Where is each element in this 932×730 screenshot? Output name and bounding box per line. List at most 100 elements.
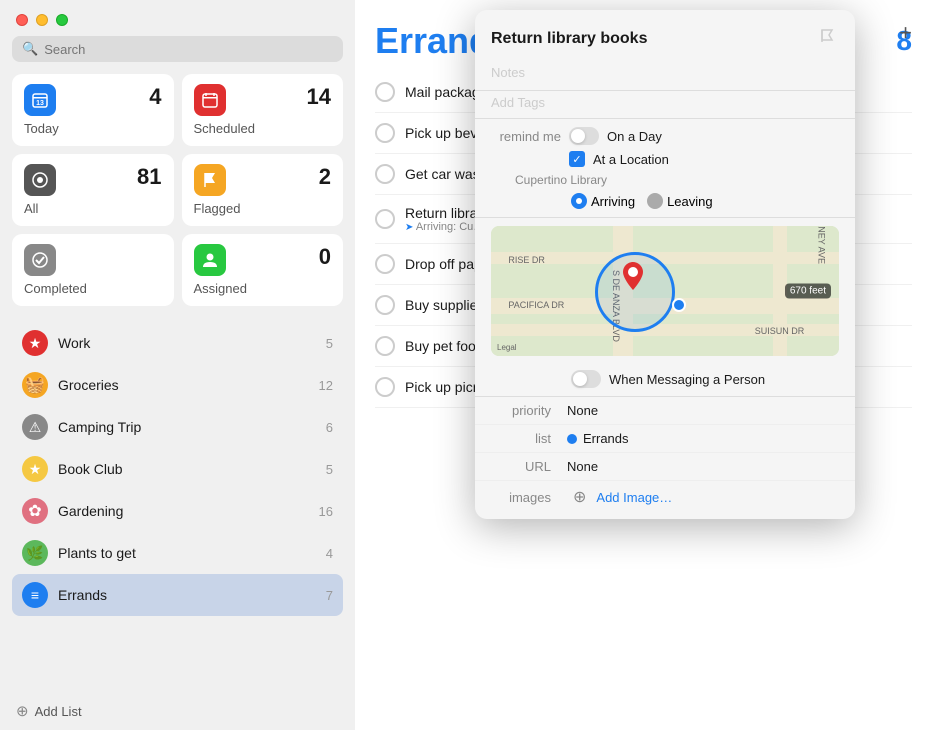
scheduled-icon bbox=[194, 84, 226, 116]
map-legal-label: Legal bbox=[497, 343, 517, 352]
smart-lists: 13 4 Today 14 Scheduled bbox=[0, 74, 355, 318]
completed-label: Completed bbox=[24, 281, 162, 296]
list-row: list Errands bbox=[475, 425, 855, 453]
add-list-label: Add List bbox=[35, 704, 82, 719]
task-circle[interactable] bbox=[375, 209, 395, 229]
smart-list-today[interactable]: 13 4 Today bbox=[12, 74, 174, 146]
today-label: Today bbox=[24, 121, 162, 136]
sidebar: 🔍 13 4 Today bbox=[0, 0, 355, 730]
bookclub-dot: ★ bbox=[22, 456, 48, 482]
assigned-label: Assigned bbox=[194, 281, 332, 296]
groceries-label: Groceries bbox=[58, 377, 309, 393]
flagged-icon bbox=[194, 164, 226, 196]
tags-section: Add Tags bbox=[475, 91, 855, 119]
task-circle[interactable] bbox=[375, 295, 395, 315]
task-circle[interactable] bbox=[375, 82, 395, 102]
task-circle[interactable] bbox=[375, 164, 395, 184]
errands-count: 7 bbox=[326, 588, 333, 603]
list-item-plants[interactable]: 🌿 Plants to get 4 bbox=[12, 532, 343, 574]
notes-section: Notes bbox=[475, 59, 855, 91]
map-label-rise: RISE DR bbox=[508, 255, 545, 265]
all-label: All bbox=[24, 201, 162, 216]
list-item-camping[interactable]: ⚠ Camping Trip 6 bbox=[12, 406, 343, 448]
smart-list-assigned[interactable]: 0 Assigned bbox=[182, 234, 344, 306]
task-circle[interactable] bbox=[375, 254, 395, 274]
map-label-suisun: SUISUN DR bbox=[755, 326, 805, 336]
work-dot: ★ bbox=[22, 330, 48, 356]
flagged-count: 2 bbox=[319, 164, 331, 190]
task-circle[interactable] bbox=[375, 336, 395, 356]
assigned-icon bbox=[194, 244, 226, 276]
leaving-radio[interactable] bbox=[647, 193, 663, 209]
remind-on-day-row: remind me On a Day bbox=[491, 127, 839, 145]
map-container[interactable]: S DE ANZA BLVD PACIFICA DR ANEY AVE RISE… bbox=[491, 226, 839, 356]
images-label: images bbox=[491, 490, 551, 505]
remind-me-label: remind me bbox=[491, 129, 561, 144]
search-icon: 🔍 bbox=[22, 41, 38, 57]
smart-list-scheduled[interactable]: 14 Scheduled bbox=[182, 74, 344, 146]
task-circle[interactable] bbox=[375, 377, 395, 397]
plants-label: Plants to get bbox=[58, 545, 316, 561]
flagged-label: Flagged bbox=[194, 201, 332, 216]
bookclub-label: Book Club bbox=[58, 461, 316, 477]
smart-list-flagged[interactable]: 2 Flagged bbox=[182, 154, 344, 226]
list-item-errands[interactable]: ≡ Errands 7 bbox=[12, 574, 343, 616]
arriving-label: Arriving bbox=[591, 194, 635, 209]
search-bar[interactable]: 🔍 bbox=[12, 36, 343, 62]
list-item-work[interactable]: ★ Work 5 bbox=[12, 322, 343, 364]
list-item-groceries[interactable]: 🧺 Groceries 12 bbox=[12, 364, 343, 406]
location-name: Cupertino Library bbox=[515, 173, 839, 187]
messaging-label: When Messaging a Person bbox=[609, 372, 765, 387]
on-a-day-toggle[interactable] bbox=[569, 127, 599, 145]
bookclub-count: 5 bbox=[326, 462, 333, 477]
detail-panel: Return library books Notes Add Tags remi… bbox=[475, 10, 855, 519]
arriving-radio[interactable] bbox=[571, 193, 587, 209]
completed-icon bbox=[24, 244, 56, 276]
window-controls bbox=[0, 0, 355, 36]
arriving-option[interactable]: Arriving bbox=[571, 193, 635, 209]
gardening-dot: ✿ bbox=[22, 498, 48, 524]
add-list-button[interactable]: ⊕ Add List bbox=[0, 692, 355, 730]
list-item-gardening[interactable]: ✿ Gardening 16 bbox=[12, 490, 343, 532]
smart-list-all[interactable]: 81 All bbox=[12, 154, 174, 226]
groceries-count: 12 bbox=[319, 378, 333, 393]
flag-button[interactable] bbox=[815, 24, 839, 53]
smart-list-completed[interactable]: Completed bbox=[12, 234, 174, 306]
priority-row: priority None bbox=[475, 397, 855, 425]
close-button[interactable] bbox=[16, 14, 28, 26]
groceries-dot: 🧺 bbox=[22, 372, 48, 398]
map-location-dot bbox=[672, 298, 686, 312]
notes-placeholder[interactable]: Notes bbox=[491, 63, 839, 82]
today-icon: 13 bbox=[24, 84, 56, 116]
add-image-label[interactable]: Add Image… bbox=[596, 490, 672, 505]
plants-count: 4 bbox=[326, 546, 333, 561]
remind-section: remind me On a Day ✓ At a Location Cuper… bbox=[475, 119, 855, 218]
leaving-option[interactable]: Leaving bbox=[647, 193, 713, 209]
scheduled-count: 14 bbox=[307, 84, 331, 110]
all-icon bbox=[24, 164, 56, 196]
task-circle[interactable] bbox=[375, 123, 395, 143]
camping-count: 6 bbox=[326, 420, 333, 435]
add-list-icon: ⊕ bbox=[16, 702, 29, 720]
messaging-toggle[interactable] bbox=[571, 370, 601, 388]
at-location-label: At a Location bbox=[593, 152, 669, 167]
map-pin bbox=[623, 262, 643, 295]
minimize-button[interactable] bbox=[36, 14, 48, 26]
on-a-day-label: On a Day bbox=[607, 129, 662, 144]
search-input[interactable] bbox=[44, 42, 333, 57]
at-location-checkbox[interactable]: ✓ bbox=[569, 151, 585, 167]
list-prop-value: Errands bbox=[583, 431, 629, 446]
tags-placeholder[interactable]: Add Tags bbox=[491, 95, 839, 110]
today-count: 4 bbox=[149, 84, 161, 110]
list-prop-label: list bbox=[491, 431, 551, 446]
work-label: Work bbox=[58, 335, 316, 351]
add-task-button[interactable]: + bbox=[899, 20, 912, 46]
work-count: 5 bbox=[326, 336, 333, 351]
list-item-bookclub[interactable]: ★ Book Club 5 bbox=[12, 448, 343, 490]
list-color-dot bbox=[567, 434, 577, 444]
gardening-count: 16 bbox=[319, 504, 333, 519]
maximize-button[interactable] bbox=[56, 14, 68, 26]
main-content: Errands 8 Mail packages Pick up bever… G… bbox=[355, 0, 932, 730]
url-label: URL bbox=[491, 459, 551, 474]
plants-dot: 🌿 bbox=[22, 540, 48, 566]
